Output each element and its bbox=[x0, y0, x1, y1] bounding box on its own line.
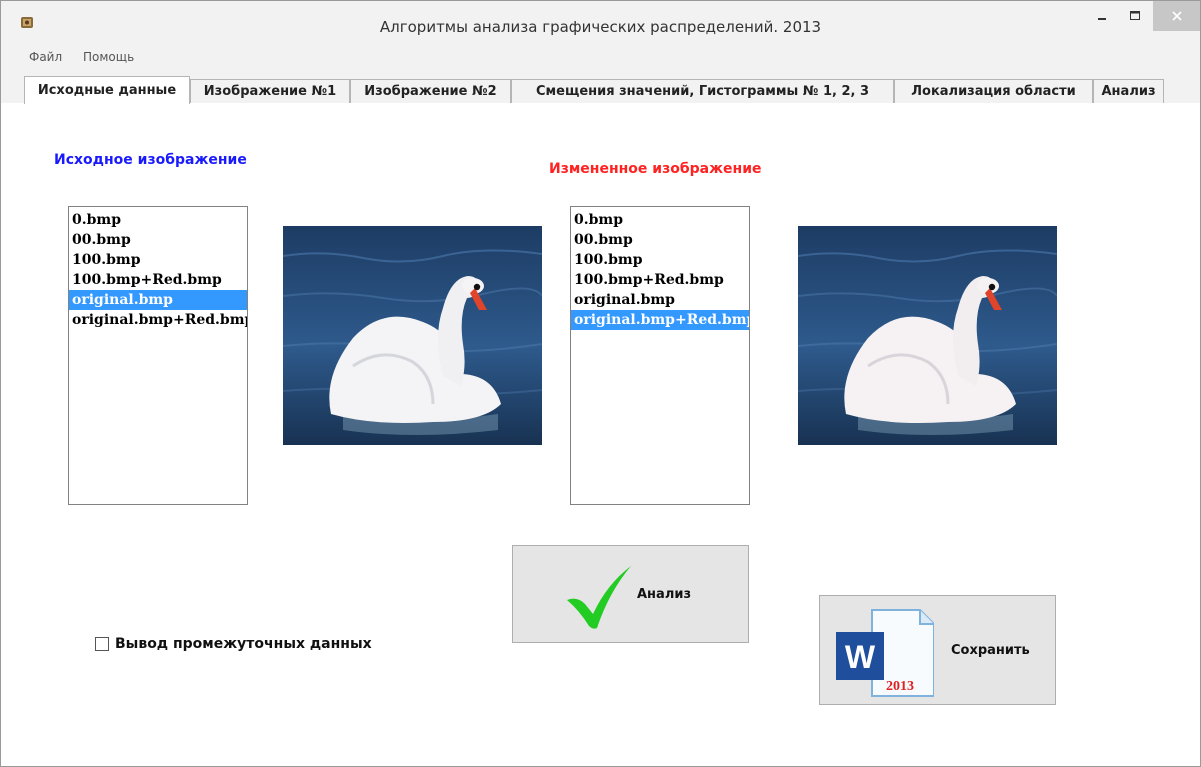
intermediate-output-option[interactable]: Вывод промежуточных данных bbox=[95, 636, 372, 652]
list-item[interactable]: 0.bmp bbox=[69, 210, 247, 230]
word-document-icon: W 2013 bbox=[836, 609, 934, 697]
swan-image bbox=[798, 226, 1057, 445]
list-item-selected[interactable]: original.bmp+Red.bmp bbox=[571, 310, 749, 330]
list-item[interactable]: 100.bmp+Red.bmp bbox=[69, 270, 247, 290]
tab-image-1[interactable]: Изображение №1 bbox=[190, 79, 350, 103]
checkmark-icon bbox=[567, 566, 631, 629]
window-title: Алгоритмы анализа графических распределе… bbox=[379, 18, 822, 36]
list-item[interactable]: 00.bmp bbox=[69, 230, 247, 250]
source-image-preview bbox=[283, 226, 542, 445]
intermediate-output-label: Вывод промежуточных данных bbox=[115, 636, 372, 652]
close-icon bbox=[1171, 11, 1182, 21]
list-item[interactable]: 0.bmp bbox=[571, 210, 749, 230]
list-item[interactable]: 100.bmp+Red.bmp bbox=[571, 270, 749, 290]
modified-image-heading: Измененное изображение bbox=[549, 161, 762, 177]
close-button[interactable] bbox=[1153, 1, 1200, 31]
source-image-heading: Исходное изображение bbox=[54, 152, 247, 168]
menu-file[interactable]: Файл bbox=[29, 50, 62, 64]
list-item-selected[interactable]: original.bmp bbox=[69, 290, 247, 310]
svg-text:W: W bbox=[845, 639, 876, 675]
minimize-icon bbox=[1098, 18, 1106, 20]
tab-histograms[interactable]: Смещения значений, Гистограммы № 1, 2, 3 bbox=[511, 79, 894, 103]
word-year-label: 2013 bbox=[886, 679, 914, 694]
menu-help[interactable]: Помощь bbox=[83, 50, 134, 64]
menu-bar: Файл Помощь bbox=[1, 45, 1200, 67]
list-item[interactable]: 100.bmp bbox=[69, 250, 247, 270]
minimize-button[interactable] bbox=[1088, 1, 1116, 31]
save-button-label: Сохранить bbox=[951, 643, 1030, 658]
modified-file-list[interactable]: 0.bmp 00.bmp 100.bmp 100.bmp+Red.bmp ori… bbox=[570, 206, 750, 505]
intermediate-output-checkbox[interactable] bbox=[95, 637, 109, 651]
swan-image bbox=[283, 226, 542, 445]
tab-localization[interactable]: Локализация области bbox=[894, 79, 1093, 103]
list-item[interactable]: original.bmp bbox=[571, 290, 749, 310]
title-bar[interactable]: Алгоритмы анализа графических распределе… bbox=[1, 1, 1200, 45]
analyze-button-label: Анализ bbox=[637, 587, 691, 602]
app-window: Алгоритмы анализа графических распределе… bbox=[0, 0, 1201, 767]
modified-image-preview bbox=[798, 226, 1057, 445]
analyze-button[interactable]: Анализ bbox=[512, 545, 749, 643]
tab-image-2[interactable]: Изображение №2 bbox=[350, 79, 511, 103]
maximize-button[interactable] bbox=[1121, 1, 1149, 31]
tab-strip: Исходные данные Изображение №1 Изображен… bbox=[1, 67, 1200, 104]
tab-source-data[interactable]: Исходные данные bbox=[24, 76, 190, 104]
save-button[interactable]: W 2013 Сохранить bbox=[819, 595, 1056, 705]
list-item[interactable]: original.bmp+Red.bmp bbox=[69, 310, 247, 330]
maximize-icon bbox=[1130, 11, 1140, 20]
source-file-list[interactable]: 0.bmp 00.bmp 100.bmp 100.bmp+Red.bmp ori… bbox=[68, 206, 248, 505]
list-item[interactable]: 100.bmp bbox=[571, 250, 749, 270]
list-item[interactable]: 00.bmp bbox=[571, 230, 749, 250]
tab-analysis[interactable]: Анализ bbox=[1093, 79, 1164, 103]
